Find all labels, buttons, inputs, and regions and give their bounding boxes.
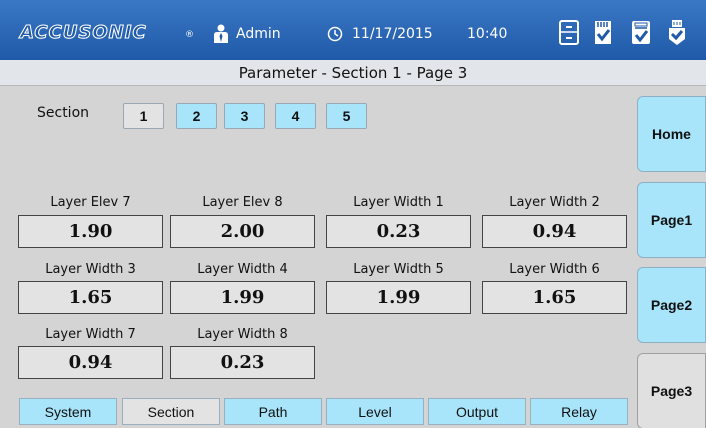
- nav-page3-button[interactable]: Page3: [637, 353, 706, 428]
- storage-icon: [559, 20, 579, 45]
- brand-logo: ACCUSONIC: [20, 22, 147, 44]
- registered-mark: ®: [185, 30, 194, 40]
- user-icon: [214, 24, 228, 43]
- param-label: Layer Width 2: [509, 195, 600, 210]
- param-label: Layer Width 4: [197, 262, 288, 277]
- param-label: Layer Elev 7: [50, 195, 131, 210]
- storage-check-icon: [632, 21, 650, 44]
- param-value-field[interactable]: 2.00: [170, 215, 315, 248]
- param-value-field[interactable]: 0.23: [326, 215, 471, 248]
- tab-section[interactable]: Section: [122, 398, 220, 425]
- param-label: Layer Width 7: [45, 327, 136, 342]
- param-label: Layer Width 6: [509, 262, 600, 277]
- section-label: Section: [37, 105, 90, 121]
- tab-level[interactable]: Level: [326, 398, 424, 425]
- param-value-field[interactable]: 1.99: [170, 281, 315, 314]
- date-display: 11/17/2015: [352, 26, 433, 42]
- param-label: Layer Width 3: [45, 262, 136, 277]
- param-label: Layer Width 8: [197, 327, 288, 342]
- section-button-3[interactable]: 3: [224, 103, 265, 129]
- param-label: Layer Width 1: [353, 195, 444, 210]
- tab-path[interactable]: Path: [224, 398, 322, 425]
- param-label: Layer Elev 8: [202, 195, 283, 210]
- param-value-field[interactable]: 1.65: [482, 281, 627, 314]
- param-value-field[interactable]: 1.65: [18, 281, 163, 314]
- tab-output[interactable]: Output: [428, 398, 526, 425]
- section-button-4[interactable]: 4: [275, 103, 316, 129]
- param-value-field[interactable]: 1.99: [326, 281, 471, 314]
- param-value-field[interactable]: 0.23: [170, 346, 315, 379]
- param-label: Layer Width 5: [353, 262, 444, 277]
- param-value-field[interactable]: 0.94: [482, 215, 627, 248]
- sd-card-check-icon: [595, 21, 611, 44]
- nav-page2-button[interactable]: Page2: [637, 267, 706, 343]
- tab-system[interactable]: System: [19, 398, 117, 425]
- nav-page1-button[interactable]: Page1: [637, 182, 706, 258]
- nav-home-button[interactable]: Home: [637, 96, 706, 172]
- clock-icon: [327, 26, 343, 42]
- section-button-1[interactable]: 1: [123, 103, 164, 129]
- param-value-field[interactable]: 1.90: [18, 215, 163, 248]
- page-title: Parameter - Section 1 - Page 3: [0, 60, 706, 86]
- usb-check-icon: [669, 20, 685, 45]
- tab-relay[interactable]: Relay: [530, 398, 628, 425]
- section-button-2[interactable]: 2: [176, 103, 217, 129]
- header-bar: ACCUSONIC ® Admin 11/17/2015 10:40: [0, 0, 706, 60]
- section-button-5[interactable]: 5: [326, 103, 367, 129]
- time-display: 10:40: [467, 26, 508, 42]
- param-value-field[interactable]: 0.94: [18, 346, 163, 379]
- user-name: Admin: [236, 26, 281, 42]
